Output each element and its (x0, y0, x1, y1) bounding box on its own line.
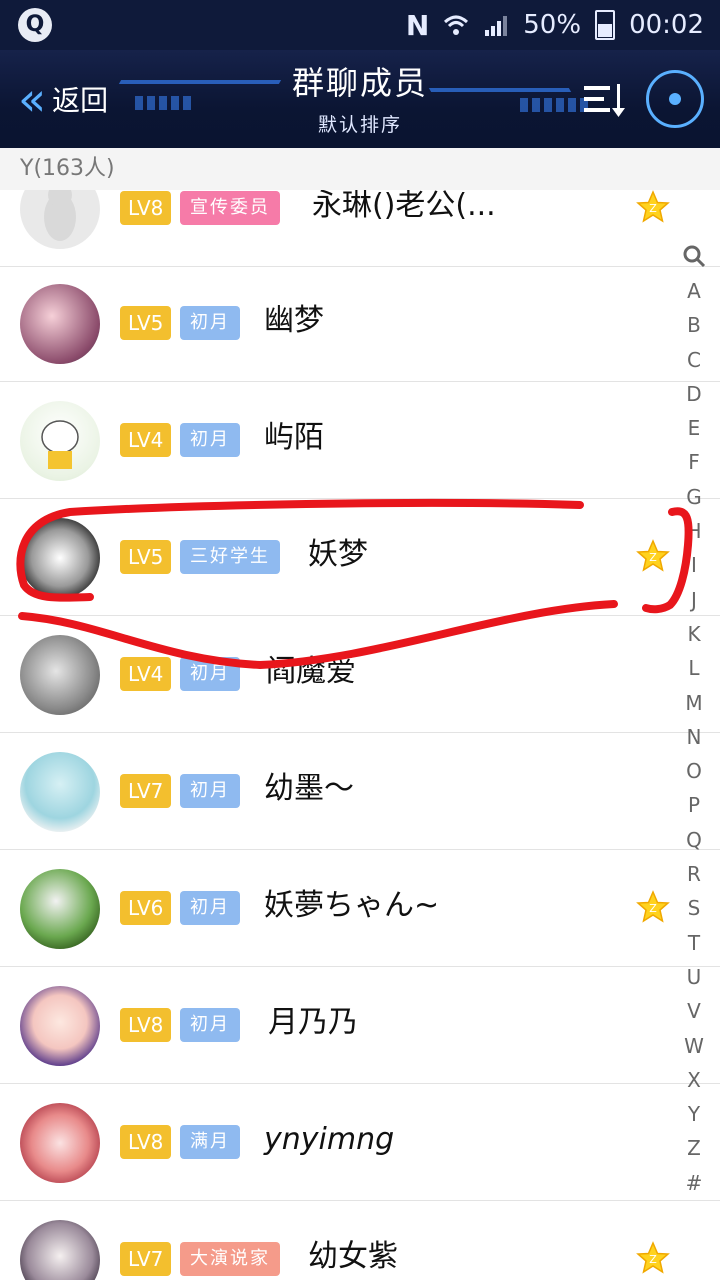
member-name: 屿陌 (264, 420, 324, 455)
title-tag: 初月 (180, 306, 240, 340)
svg-text:Z: Z (649, 902, 657, 915)
star-badge-icon: Z (636, 1241, 670, 1274)
index-letter[interactable]: F (674, 445, 714, 479)
avatar (20, 986, 100, 1066)
star-badge-icon: Z (636, 190, 670, 223)
status-bar: Q N 50% 00:02 (0, 0, 720, 50)
index-letter[interactable]: Y (674, 1097, 714, 1131)
level-badge: LV4 (120, 423, 172, 457)
index-letter[interactable]: E (674, 411, 714, 445)
index-letter[interactable]: L (674, 651, 714, 685)
clock: 00:02 (629, 10, 704, 40)
index-letter[interactable]: U (674, 960, 714, 994)
title-bar: « 返回 群聊成员 默认排序 (0, 50, 720, 148)
avatar (20, 635, 100, 715)
index-letter[interactable]: S (674, 891, 714, 925)
svg-text:Z: Z (649, 202, 657, 215)
svg-text:Z: Z (649, 551, 657, 564)
planet-icon[interactable] (646, 70, 704, 128)
index-letter[interactable]: B (674, 308, 714, 342)
index-letter[interactable]: J (674, 583, 714, 617)
avatar (20, 1220, 100, 1280)
avatar (20, 401, 100, 481)
title-tag: 宣传委员 (180, 191, 280, 225)
avatar (20, 518, 100, 598)
member-list[interactable]: LV8 宣传委员 永琳()老公(... Z LV5 初月 幽梦 LV4 初月 屿… (0, 150, 720, 1280)
level-badge: LV7 (120, 774, 172, 808)
index-letter[interactable]: R (674, 857, 714, 891)
index-letter[interactable]: O (674, 754, 714, 788)
member-row[interactable]: LV8 初月 月乃乃 (0, 967, 720, 1084)
member-name: 幽梦 (264, 303, 324, 338)
title-tag: 初月 (180, 423, 240, 457)
svg-text:Z: Z (649, 1253, 657, 1266)
member-name: 幼墨～ (264, 771, 354, 806)
member-row[interactable]: LV7 初月 幼墨～ (0, 733, 720, 850)
level-badge: LV6 (120, 891, 172, 925)
level-badge: LV5 (120, 306, 172, 340)
nfc-icon: N (405, 8, 430, 42)
avatar (20, 284, 100, 364)
title-tag: 初月 (180, 891, 240, 925)
signal-icon (485, 16, 508, 36)
title-tag: 初月 (180, 657, 240, 691)
status-icons: N 50% 00:02 (406, 8, 704, 42)
index-letter[interactable]: # (674, 1166, 714, 1200)
index-letter[interactable]: Q (674, 823, 714, 857)
index-letter[interactable]: T (674, 926, 714, 960)
avatar (20, 1103, 100, 1183)
index-letter[interactable]: X (674, 1063, 714, 1097)
index-letter[interactable]: C (674, 343, 714, 377)
member-name: 妖梦 (308, 537, 368, 572)
member-name: 月乃乃 (268, 1005, 358, 1040)
index-letter[interactable]: I (674, 548, 714, 582)
level-badge: LV7 (120, 1242, 172, 1276)
level-badge: LV8 (120, 1008, 172, 1042)
level-badge: LV8 (120, 191, 172, 225)
member-row[interactable]: LV4 初月 屿陌 (0, 382, 720, 499)
member-name: 阎魔爱 (266, 654, 356, 689)
title-tag: 大演说家 (180, 1242, 280, 1276)
avatar (20, 752, 100, 832)
member-row[interactable]: LV5 三好学生 妖梦 Z (0, 499, 720, 616)
sort-icon[interactable] (582, 80, 628, 120)
battery-percent: 50% (523, 10, 582, 40)
wifi-icon (444, 15, 469, 35)
index-letter[interactable]: A (674, 274, 714, 308)
member-name: ynyimng (264, 1122, 395, 1157)
member-row[interactable]: LV7 大演说家 幼女紫 Z (0, 1201, 720, 1280)
index-letter[interactable]: D (674, 377, 714, 411)
star-badge-icon: Z (636, 890, 670, 923)
index-letter[interactable]: V (674, 994, 714, 1028)
index-letter[interactable]: M (674, 686, 714, 720)
member-name: 妖夢ちゃん~ (264, 888, 440, 923)
index-letter[interactable]: H (674, 514, 714, 548)
level-badge: LV5 (120, 540, 172, 574)
alphabet-index[interactable]: A B C D E F G H I J K L M N O P Q R S T … (674, 240, 714, 1200)
member-name: 幼女紫 (308, 1239, 398, 1274)
star-badge-icon: Z (636, 539, 670, 572)
title-tag: 初月 (180, 1008, 240, 1042)
member-row[interactable]: LV8 满月 ynyimng (0, 1084, 720, 1201)
member-row[interactable]: LV6 初月 妖夢ちゃん~ Z (0, 850, 720, 967)
search-icon[interactable] (682, 244, 706, 268)
index-letter[interactable]: N (674, 720, 714, 754)
title-tag: 初月 (180, 774, 240, 808)
level-badge: LV8 (120, 1125, 172, 1159)
section-header: Y(163人) (0, 148, 720, 190)
member-row[interactable]: LV4 初月 阎魔爱 (0, 616, 720, 733)
qq-app-icon: Q (18, 8, 52, 42)
index-letter[interactable]: K (674, 617, 714, 651)
level-badge: LV4 (120, 657, 172, 691)
index-letter[interactable]: W (674, 1029, 714, 1063)
title-tag: 三好学生 (180, 540, 280, 574)
member-row[interactable]: LV5 初月 幽梦 (0, 265, 720, 382)
title-tag: 满月 (180, 1125, 240, 1159)
index-letter[interactable]: P (674, 788, 714, 822)
index-letter[interactable]: Z (674, 1131, 714, 1165)
index-letter[interactable]: G (674, 480, 714, 514)
avatar (20, 869, 100, 949)
battery-icon (595, 10, 616, 40)
